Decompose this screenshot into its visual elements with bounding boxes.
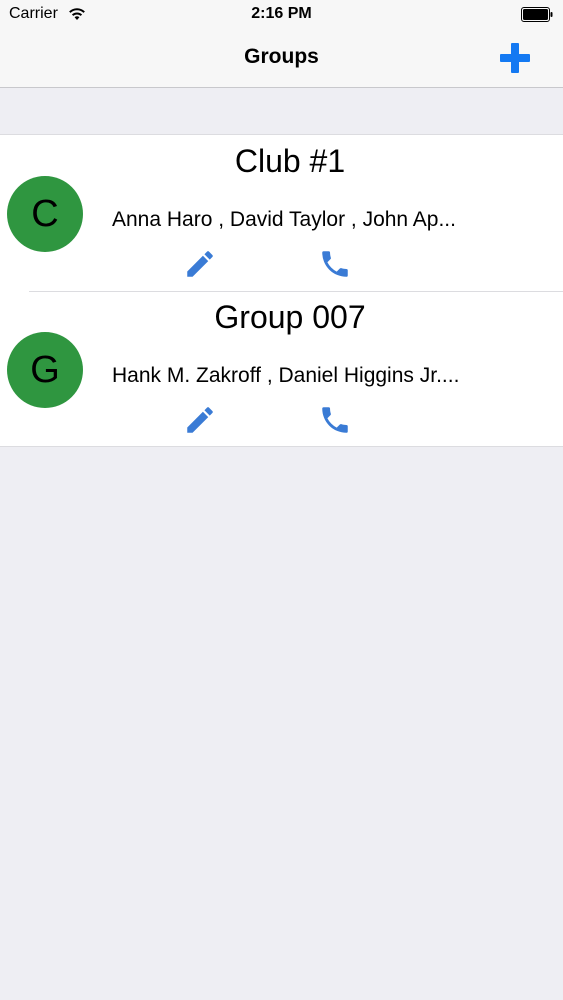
phone-icon [322,251,348,277]
group-row[interactable]: C Club #1 Anna Haro , David Taylor , Joh… [0,135,563,291]
call-button[interactable] [318,403,352,437]
group-members: Anna Haro , David Taylor , John Ap... [112,208,456,231]
row-divider [29,291,563,292]
group-name: Group 007 [214,299,366,335]
group-list: C Club #1 Anna Haro , David Taylor , Joh… [0,134,563,447]
add-group-button[interactable] [497,40,533,76]
status-bar: Carrier 2:16 PM [0,0,563,30]
edit-button[interactable] [183,247,217,281]
call-button[interactable] [318,247,352,281]
phone-icon [322,407,348,433]
battery-icon [521,7,553,22]
pencil-icon [187,251,213,277]
edit-button[interactable] [183,403,217,437]
avatar: C [7,176,83,252]
group-name: Club #1 [234,143,346,179]
group-members: Hank M. Zakroff , Daniel Higgins Jr.... [112,364,460,387]
page-title: Groups [244,45,319,68]
screen: Carrier 2:16 PM Groups C Club #1 Anna Ha… [0,0,563,1000]
group-row[interactable]: G Group 007 Hank M. Zakroff , Daniel Hig… [0,291,563,446]
avatar: G [7,332,83,408]
status-time: 2:16 PM [251,5,312,22]
pencil-icon [187,407,213,433]
navigation-bar: Groups [0,30,563,88]
